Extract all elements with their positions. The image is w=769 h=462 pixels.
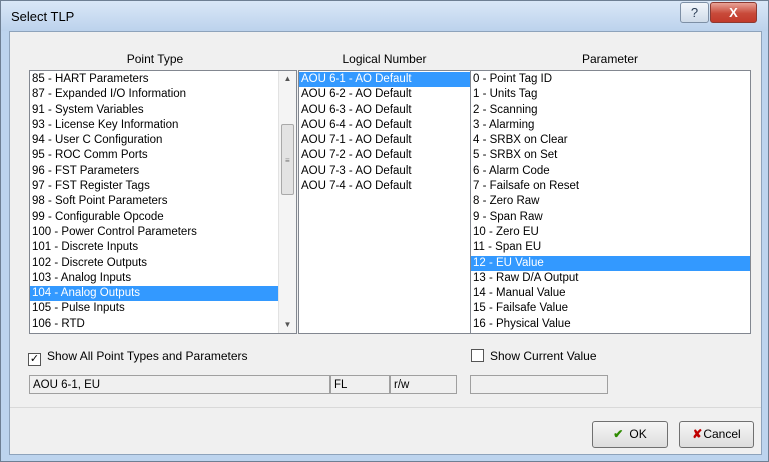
point-type-item[interactable]: 91 - System Variables [30,103,296,118]
logical-number-item[interactable]: AOU 7-4 - AO Default [299,179,471,194]
separator [10,407,761,408]
data-type-field: FL [330,375,390,394]
point-type-item[interactable]: 106 - RTD [30,317,296,332]
point-type-item[interactable]: 97 - FST Register Tags [30,179,296,194]
scroll-up-icon[interactable]: ▲ [279,71,296,87]
parameter-item[interactable]: 4 - SRBX on Clear [471,133,750,148]
parameter-item[interactable]: 9 - Span Raw [471,210,750,225]
parameter-item[interactable]: 11 - Span EU [471,240,750,255]
logical-number-item[interactable]: AOU 7-1 - AO Default [299,133,471,148]
parameter-header: Parameter [581,52,639,66]
parameter-item[interactable]: 13 - Raw D/A Output [471,271,750,286]
close-button[interactable]: X [710,2,757,23]
ok-button[interactable]: ✔ OK [592,421,668,448]
point-type-item[interactable]: 105 - Pulse Inputs [30,301,296,316]
access-field: r/w [390,375,457,394]
parameter-item[interactable]: 2 - Scanning [471,103,750,118]
show-all-label: Show All Point Types and Parameters [47,349,248,363]
cancel-button[interactable]: ✘Cancel [679,421,754,448]
parameter-item[interactable]: 0 - Point Tag ID [471,72,750,87]
logical-number-item[interactable]: AOU 6-2 - AO Default [299,87,471,102]
point-type-item[interactable]: 99 - Configurable Opcode [30,210,296,225]
point-type-item[interactable]: 93 - License Key Information [30,118,296,133]
point-type-item[interactable]: 100 - Power Control Parameters [30,225,296,240]
show-current-value-checkbox[interactable]: Show Current Value [471,349,597,363]
point-type-item[interactable]: 94 - User C Configuration [30,133,296,148]
select-tlp-dialog: Select TLP ? X Point Type Logical Number… [0,0,769,462]
cancel-label: Cancel [703,427,741,441]
parameter-item[interactable]: 8 - Zero Raw [471,194,750,209]
logical-number-header: Logical Number [342,52,427,66]
tlp-display-field: AOU 6-1, EU [29,375,330,394]
checkbox-empty-icon[interactable] [471,349,484,362]
parameter-item[interactable]: 10 - Zero EU [471,225,750,240]
point-type-item[interactable]: 101 - Discrete Inputs [30,240,296,255]
parameter-item[interactable]: 6 - Alarm Code [471,164,750,179]
logical-number-item[interactable]: AOU 6-3 - AO Default [299,103,471,118]
point-type-item[interactable]: 87 - Expanded I/O Information [30,87,296,102]
point-type-item[interactable]: 103 - Analog Inputs [30,271,296,286]
point-type-list[interactable]: 85 - HART Parameters 87 - Expanded I/O In… [29,70,297,334]
checkbox-checkmark-icon[interactable]: ✓ [28,353,41,366]
dialog-body: Point Type Logical Number Parameter 85 -… [9,31,762,455]
show-all-checkbox[interactable]: ✓ Show All Point Types and Parameters [28,349,248,366]
parameter-item[interactable]: 12 - EU Value [471,255,750,271]
logical-number-list[interactable]: AOU 6-1 - AO Default AOU 6-2 - AO Default… [298,70,472,334]
point-type-item[interactable]: 102 - Discrete Outputs [30,256,296,271]
show-current-value-label: Show Current Value [490,349,597,363]
logical-number-item[interactable]: AOU 7-3 - AO Default [299,164,471,179]
ok-label: OK [629,427,647,441]
logical-number-item[interactable]: AOU 6-4 - AO Default [299,118,471,133]
point-type-scrollbar[interactable]: ▲ ≡ ▼ [278,71,296,333]
parameter-item[interactable]: 3 - Alarming [471,118,750,133]
current-value-field [470,375,608,394]
x-icon: ✘ [692,427,703,441]
parameter-item[interactable]: 15 - Failsafe Value [471,301,750,316]
title-bar: Select TLP ? X [1,1,768,31]
help-button[interactable]: ? [680,2,709,23]
point-type-item[interactable]: 85 - HART Parameters [30,72,296,87]
point-type-item[interactable]: 96 - FST Parameters [30,164,296,179]
scroll-thumb[interactable]: ≡ [281,124,294,195]
window-title: Select TLP [11,9,75,24]
parameter-item[interactable]: 1 - Units Tag [471,87,750,102]
parameter-list[interactable]: 0 - Point Tag ID 1 - Units Tag 2 - Scannin… [470,70,751,334]
parameter-item[interactable]: 14 - Manual Value [471,286,750,301]
checkmark-icon: ✔ [613,427,624,441]
parameter-item[interactable]: 5 - SRBX on Set [471,148,750,163]
logical-number-item[interactable]: AOU 7-2 - AO Default [299,148,471,163]
point-type-header: Point Type [126,52,184,66]
point-type-item[interactable]: 98 - Soft Point Parameters [30,194,296,209]
parameter-item[interactable]: 7 - Failsafe on Reset [471,179,750,194]
logical-number-item[interactable]: AOU 6-1 - AO Default [299,72,471,88]
point-type-item[interactable]: 104 - Analog Outputs [30,286,296,302]
point-type-item[interactable]: 95 - ROC Comm Ports [30,148,296,163]
scroll-down-icon[interactable]: ▼ [279,317,296,333]
parameter-item[interactable]: 16 - Physical Value [471,317,750,332]
